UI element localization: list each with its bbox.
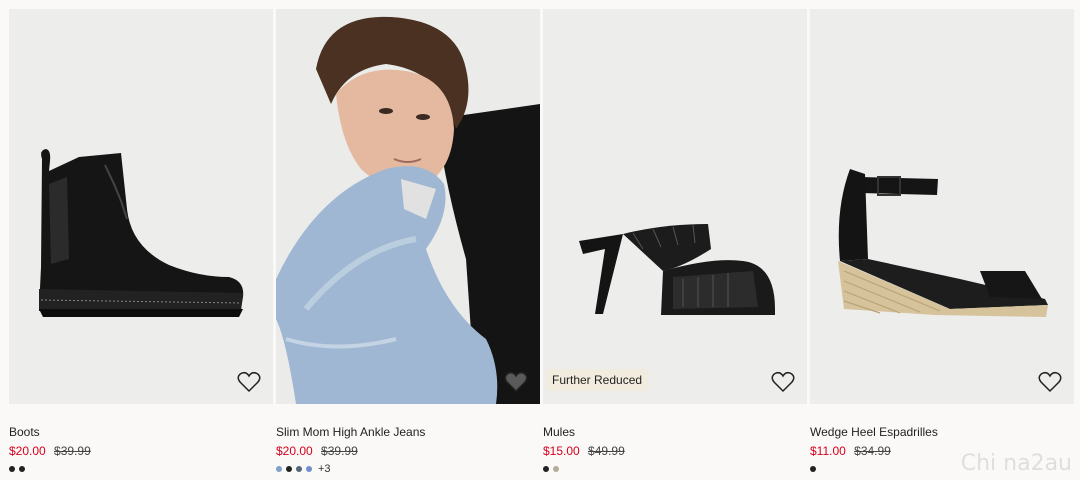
product-image-jeans[interactable] [276,9,540,404]
color-swatch[interactable] [276,466,282,472]
color-swatches: +3 [276,463,540,475]
product-grid: Boots $20.00 $39.99 Slim Mom High Ankle … [9,9,1074,475]
color-swatches [9,464,273,474]
boot-image [39,149,244,317]
original-price: $34.99 [854,444,891,458]
product-prices: $15.00 $49.99 [543,444,807,458]
more-colors-count[interactable]: +3 [318,463,331,475]
product-image-mules[interactable]: Further Reduced [543,9,807,404]
mule-image [579,224,775,315]
product-prices: $20.00 $39.99 [276,444,540,458]
watermark: Chi na2au [960,451,1072,476]
color-swatch[interactable] [9,466,15,472]
sale-price: $11.00 [810,444,846,458]
product-card-jeans[interactable]: Slim Mom High Ankle Jeans $20.00 $39.99 … [276,9,540,475]
sale-price: $20.00 [276,444,313,458]
favorite-heart-icon[interactable] [771,371,795,393]
color-swatch[interactable] [810,466,816,472]
color-swatches [543,464,807,474]
color-swatch[interactable] [543,466,549,472]
product-card-boots[interactable]: Boots $20.00 $39.99 [9,9,273,474]
further-reduced-badge: Further Reduced [546,369,649,391]
color-swatch[interactable] [553,466,559,472]
product-prices: $20.00 $39.99 [9,444,273,458]
product-name[interactable]: Boots [9,425,273,439]
color-swatch[interactable] [306,466,312,472]
favorite-heart-icon[interactable] [237,371,261,393]
original-price: $39.99 [321,444,358,458]
product-image-espadrilles[interactable] [810,9,1074,404]
product-name[interactable]: Wedge Heel Espadrilles [810,425,1074,439]
sale-price: $15.00 [543,444,580,458]
original-price: $39.99 [54,444,91,458]
espadrille-image [838,169,1048,317]
product-card-mules[interactable]: Further Reduced Mules $15.00 $49.99 [543,9,807,474]
product-image-boots[interactable] [9,9,273,404]
color-swatch[interactable] [19,466,25,472]
favorite-heart-icon[interactable] [1038,371,1062,393]
product-card-espadrilles[interactable]: Wedge Heel Espadrilles $11.00 $34.99 [810,9,1074,474]
product-name[interactable]: Slim Mom High Ankle Jeans [276,425,540,439]
original-price: $49.99 [588,444,625,458]
color-swatch[interactable] [286,466,292,472]
color-swatch[interactable] [296,466,302,472]
jeans-model-image [276,16,540,404]
product-name[interactable]: Mules [543,425,807,439]
sale-price: $20.00 [9,444,46,458]
favorite-heart-icon[interactable] [504,371,528,393]
